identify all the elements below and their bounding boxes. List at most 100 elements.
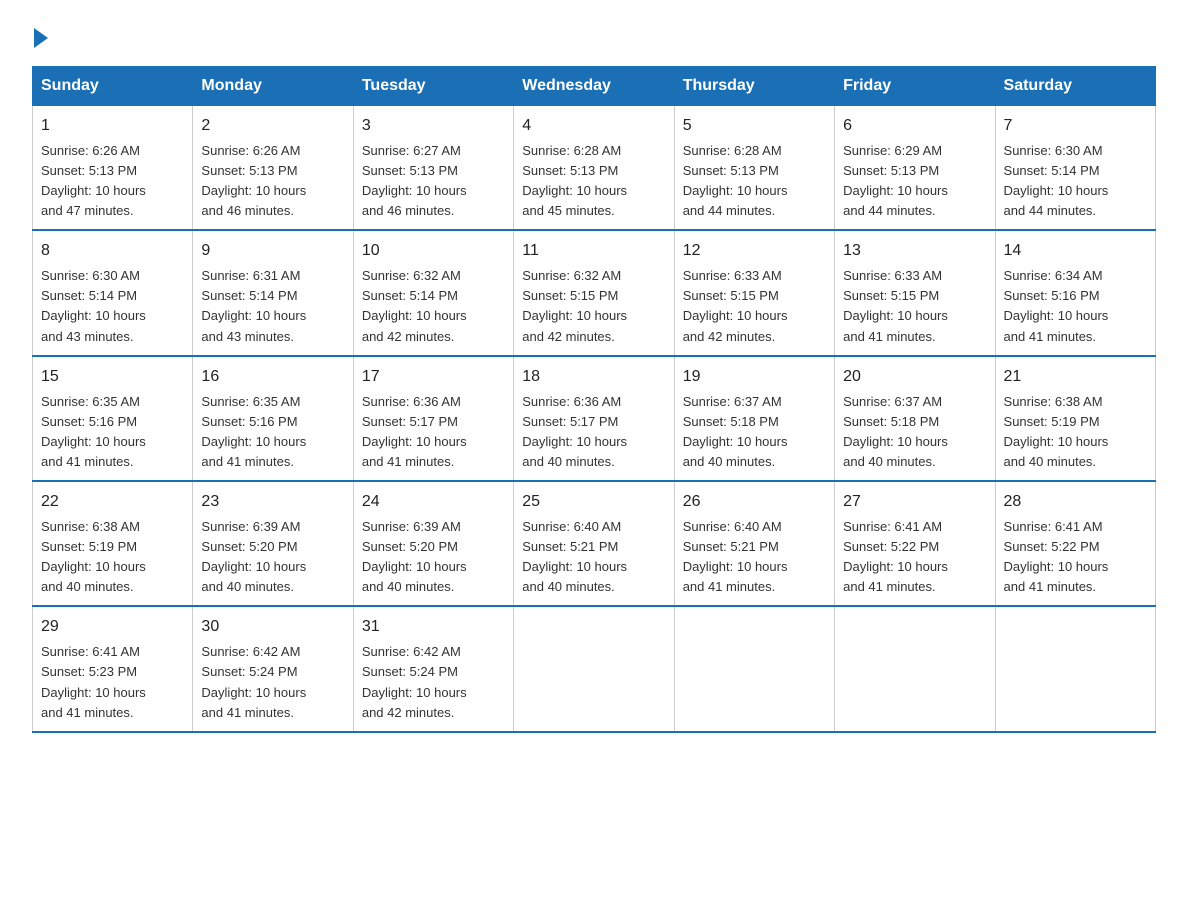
calendar-week-row: 22Sunrise: 6:38 AMSunset: 5:19 PMDayligh… [33, 481, 1156, 606]
day-number: 8 [41, 239, 184, 264]
day-info: Sunrise: 6:26 AMSunset: 5:13 PMDaylight:… [41, 141, 184, 222]
day-number: 16 [201, 365, 344, 390]
calendar-week-row: 15 Sunrise: 6:35 AMSunset: 5:16 PMDayligh… [33, 356, 1156, 481]
calendar-week-row: 29Sunrise: 6:41 AMSunset: 5:23 PMDayligh… [33, 606, 1156, 731]
calendar-cell: 10Sunrise: 6:32 AMSunset: 5:14 PMDayligh… [353, 230, 513, 355]
calendar-cell: 23Sunrise: 6:39 AMSunset: 5:20 PMDayligh… [193, 481, 353, 606]
day-number: 9 [201, 239, 344, 264]
day-number: 6 [843, 114, 986, 139]
day-number: 18 [522, 365, 665, 390]
logo [32, 24, 48, 48]
day-number: 15 [41, 365, 184, 390]
day-number: 17 [362, 365, 505, 390]
day-number: 31 [362, 615, 505, 640]
day-number: 19 [683, 365, 826, 390]
calendar-cell: 28Sunrise: 6:41 AMSunset: 5:22 PMDayligh… [995, 481, 1155, 606]
calendar-cell: 8Sunrise: 6:30 AMSunset: 5:14 PMDaylight… [33, 230, 193, 355]
calendar-header-row: SundayMondayTuesdayWednesdayThursdayFrid… [33, 67, 1156, 106]
calendar-cell [995, 606, 1155, 731]
day-number: 12 [683, 239, 826, 264]
calendar-cell [674, 606, 834, 731]
day-number: 30 [201, 615, 344, 640]
header-sunday: Sunday [33, 67, 193, 106]
header-wednesday: Wednesday [514, 67, 674, 106]
calendar-cell: 19Sunrise: 6:37 AMSunset: 5:18 PMDayligh… [674, 356, 834, 481]
calendar-cell: 26Sunrise: 6:40 AMSunset: 5:21 PMDayligh… [674, 481, 834, 606]
day-number: 11 [522, 239, 665, 264]
calendar-cell: 5Sunrise: 6:28 AMSunset: 5:13 PMDaylight… [674, 106, 834, 231]
calendar-cell: 2Sunrise: 6:26 AMSunset: 5:13 PMDaylight… [193, 106, 353, 231]
day-number: 13 [843, 239, 986, 264]
calendar-week-row: 1Sunrise: 6:26 AMSunset: 5:13 PMDaylight… [33, 106, 1156, 231]
day-info: Sunrise: 6:35 AMSunset: 5:16 PMDaylight:… [201, 392, 344, 473]
calendar-table: SundayMondayTuesdayWednesdayThursdayFrid… [32, 66, 1156, 733]
day-number: 2 [201, 114, 344, 139]
day-info: Sunrise: 6:42 AMSunset: 5:24 PMDaylight:… [201, 642, 344, 723]
calendar-cell: 15Sunrise: 6:35 AMSunset: 5:16 PMDayligh… [33, 356, 193, 481]
calendar-cell: 17Sunrise: 6:36 AMSunset: 5:17 PMDayligh… [353, 356, 513, 481]
day-info: Sunrise: 6:32 AMSunset: 5:15 PMDaylight:… [522, 266, 665, 347]
day-number: 3 [362, 114, 505, 139]
day-info: Sunrise: 6:34 AMSunset: 5:16 PMDaylight:… [1004, 266, 1147, 347]
day-info: Sunrise: 6:39 AMSunset: 5:20 PMDaylight:… [362, 517, 505, 598]
day-info: Sunrise: 6:40 AMSunset: 5:21 PMDaylight:… [683, 517, 826, 598]
day-number: 26 [683, 490, 826, 515]
day-info: Sunrise: 6:26 AMSunset: 5:13 PMDaylight:… [201, 141, 344, 222]
day-info: Sunrise: 6:27 AMSunset: 5:13 PMDaylight:… [362, 141, 505, 222]
day-info: Sunrise: 6:36 AMSunset: 5:17 PMDaylight:… [522, 392, 665, 473]
day-number: 7 [1004, 114, 1147, 139]
day-info: Sunrise: 6:38 AMSunset: 5:19 PMDaylight:… [41, 517, 184, 598]
calendar-cell: 12Sunrise: 6:33 AMSunset: 5:15 PMDayligh… [674, 230, 834, 355]
day-number: 21 [1004, 365, 1147, 390]
calendar-cell: 27Sunrise: 6:41 AMSunset: 5:22 PMDayligh… [835, 481, 995, 606]
calendar-cell: 20Sunrise: 6:37 AMSunset: 5:18 PMDayligh… [835, 356, 995, 481]
day-info: Sunrise: 6:41 AMSunset: 5:22 PMDaylight:… [1004, 517, 1147, 598]
calendar-cell: 4Sunrise: 6:28 AMSunset: 5:13 PMDaylight… [514, 106, 674, 231]
header-tuesday: Tuesday [353, 67, 513, 106]
day-number: 4 [522, 114, 665, 139]
day-number: 5 [683, 114, 826, 139]
calendar-cell: 22Sunrise: 6:38 AMSunset: 5:19 PMDayligh… [33, 481, 193, 606]
page-header [32, 24, 1156, 48]
day-info: Sunrise: 6:33 AMSunset: 5:15 PMDaylight:… [683, 266, 826, 347]
day-number: 29 [41, 615, 184, 640]
day-number: 24 [362, 490, 505, 515]
calendar-cell: 6Sunrise: 6:29 AMSunset: 5:13 PMDaylight… [835, 106, 995, 231]
day-number: 20 [843, 365, 986, 390]
day-number: 14 [1004, 239, 1147, 264]
day-info: Sunrise: 6:40 AMSunset: 5:21 PMDaylight:… [522, 517, 665, 598]
day-info: Sunrise: 6:41 AMSunset: 5:23 PMDaylight:… [41, 642, 184, 723]
calendar-cell: 14Sunrise: 6:34 AMSunset: 5:16 PMDayligh… [995, 230, 1155, 355]
header-saturday: Saturday [995, 67, 1155, 106]
day-info: Sunrise: 6:30 AMSunset: 5:14 PMDaylight:… [1004, 141, 1147, 222]
calendar-cell: 13Sunrise: 6:33 AMSunset: 5:15 PMDayligh… [835, 230, 995, 355]
header-monday: Monday [193, 67, 353, 106]
day-info: Sunrise: 6:28 AMSunset: 5:13 PMDaylight:… [522, 141, 665, 222]
day-number: 23 [201, 490, 344, 515]
calendar-cell: 29Sunrise: 6:41 AMSunset: 5:23 PMDayligh… [33, 606, 193, 731]
calendar-cell [514, 606, 674, 731]
logo-arrow-icon [34, 28, 48, 48]
day-info: Sunrise: 6:37 AMSunset: 5:18 PMDaylight:… [683, 392, 826, 473]
day-info: Sunrise: 6:31 AMSunset: 5:14 PMDaylight:… [201, 266, 344, 347]
calendar-cell: 31Sunrise: 6:42 AMSunset: 5:24 PMDayligh… [353, 606, 513, 731]
day-info: Sunrise: 6:37 AMSunset: 5:18 PMDaylight:… [843, 392, 986, 473]
day-info: Sunrise: 6:33 AMSunset: 5:15 PMDaylight:… [843, 266, 986, 347]
day-number: 25 [522, 490, 665, 515]
calendar-cell: 21Sunrise: 6:38 AMSunset: 5:19 PMDayligh… [995, 356, 1155, 481]
day-number: 1 [41, 114, 184, 139]
header-friday: Friday [835, 67, 995, 106]
calendar-cell: 9Sunrise: 6:31 AMSunset: 5:14 PMDaylight… [193, 230, 353, 355]
day-info: Sunrise: 6:36 AMSunset: 5:17 PMDaylight:… [362, 392, 505, 473]
day-number: 22 [41, 490, 184, 515]
day-info: Sunrise: 6:30 AMSunset: 5:14 PMDaylight:… [41, 266, 184, 347]
header-thursday: Thursday [674, 67, 834, 106]
day-info: Sunrise: 6:42 AMSunset: 5:24 PMDaylight:… [362, 642, 505, 723]
calendar-cell: 16Sunrise: 6:35 AMSunset: 5:16 PMDayligh… [193, 356, 353, 481]
calendar-cell: 30Sunrise: 6:42 AMSunset: 5:24 PMDayligh… [193, 606, 353, 731]
day-number: 27 [843, 490, 986, 515]
day-info: Sunrise: 6:29 AMSunset: 5:13 PMDaylight:… [843, 141, 986, 222]
day-info: Sunrise: 6:39 AMSunset: 5:20 PMDaylight:… [201, 517, 344, 598]
calendar-cell: 3Sunrise: 6:27 AMSunset: 5:13 PMDaylight… [353, 106, 513, 231]
calendar-cell: 1Sunrise: 6:26 AMSunset: 5:13 PMDaylight… [33, 106, 193, 231]
